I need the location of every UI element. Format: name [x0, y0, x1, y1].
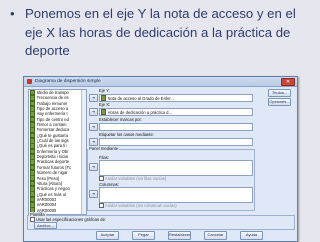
nest-cols-label: Anidar variables (sin columnas vacías): [105, 203, 177, 208]
bullet-dot: •: [10, 6, 15, 21]
options-button[interactable]: Opciones...: [268, 98, 291, 106]
slide-bullet-text: • Ponemos en el eje Y la nota de acceso …: [8, 5, 308, 61]
eje-x-field[interactable]: Horas de dedicación a práctica d...: [99, 108, 253, 116]
eje-x-value: Horas de dedicación a práctica d...: [107, 109, 172, 115]
nest-rows-option[interactable]: Anidar variables (sin filas vacías): [99, 176, 167, 182]
accept-button[interactable]: Aceptar: [96, 231, 119, 240]
nest-cols-option[interactable]: Anidar variables (sin columnas vacías): [99, 203, 177, 209]
columns-field[interactable]: [99, 187, 253, 203]
eje-x-label: Eje X:: [99, 102, 111, 107]
set-markers-field[interactable]: [99, 123, 253, 131]
move-to-markers-button[interactable]: ➜: [89, 123, 98, 131]
app-icon: [27, 79, 32, 84]
panel-title: Panel mediante: [88, 146, 120, 151]
scatter-dialog: Diagrama de dispersión simple ✕ Medio de…: [23, 76, 298, 242]
rows-field[interactable]: [99, 160, 253, 176]
titles-button[interactable]: Títulos...: [268, 89, 291, 97]
scale-variable-icon: [101, 95, 106, 101]
eje-y-value: Nota de acceso al Grado de Enfer...: [107, 95, 175, 101]
move-to-y-button[interactable]: ➜: [89, 94, 98, 102]
nest-rows-checkbox[interactable]: [99, 176, 104, 182]
move-to-label-cases-button[interactable]: ➜: [89, 138, 98, 146]
close-button[interactable]: ✕: [281, 78, 295, 86]
label-cases-field[interactable]: [99, 138, 253, 146]
move-to-rows-button[interactable]: ➜: [89, 163, 98, 171]
nest-rows-label: Anidar variables (sin filas vacías): [105, 176, 167, 181]
dialog-title: Diagrama de dispersión simple: [35, 79, 101, 84]
set-markers-label: Establecer marcas por:: [99, 117, 143, 122]
eje-y-field[interactable]: Nota de acceso al Grado de Enfer...: [99, 94, 253, 102]
help-button[interactable]: Ayuda: [240, 231, 263, 240]
paste-button[interactable]: Pegar: [132, 231, 155, 240]
move-to-columns-button[interactable]: ➜: [89, 190, 98, 198]
label-cases-label: Etiquetar los casos mediante:: [99, 132, 154, 137]
variable-list[interactable]: Medio de transpo Frecuencia de es Trabaj…: [28, 89, 87, 215]
reset-button[interactable]: Restablecer: [168, 231, 191, 240]
eje-y-label: Eje Y:: [99, 88, 110, 93]
nest-cols-checkbox[interactable]: [99, 203, 104, 209]
archivo-button[interactable]: Archivo...: [34, 222, 57, 229]
variable-list-scrollbar[interactable]: [81, 90, 86, 214]
bullet-text: Ponemos en el eje Y la nota de acceso y …: [25, 6, 296, 58]
move-to-x-button[interactable]: ➜: [89, 108, 98, 116]
scale-variable-icon: [101, 109, 106, 115]
dialog-titlebar: Diagrama de dispersión simple ✕: [24, 77, 297, 87]
cancel-button[interactable]: Cancelar: [204, 231, 227, 240]
